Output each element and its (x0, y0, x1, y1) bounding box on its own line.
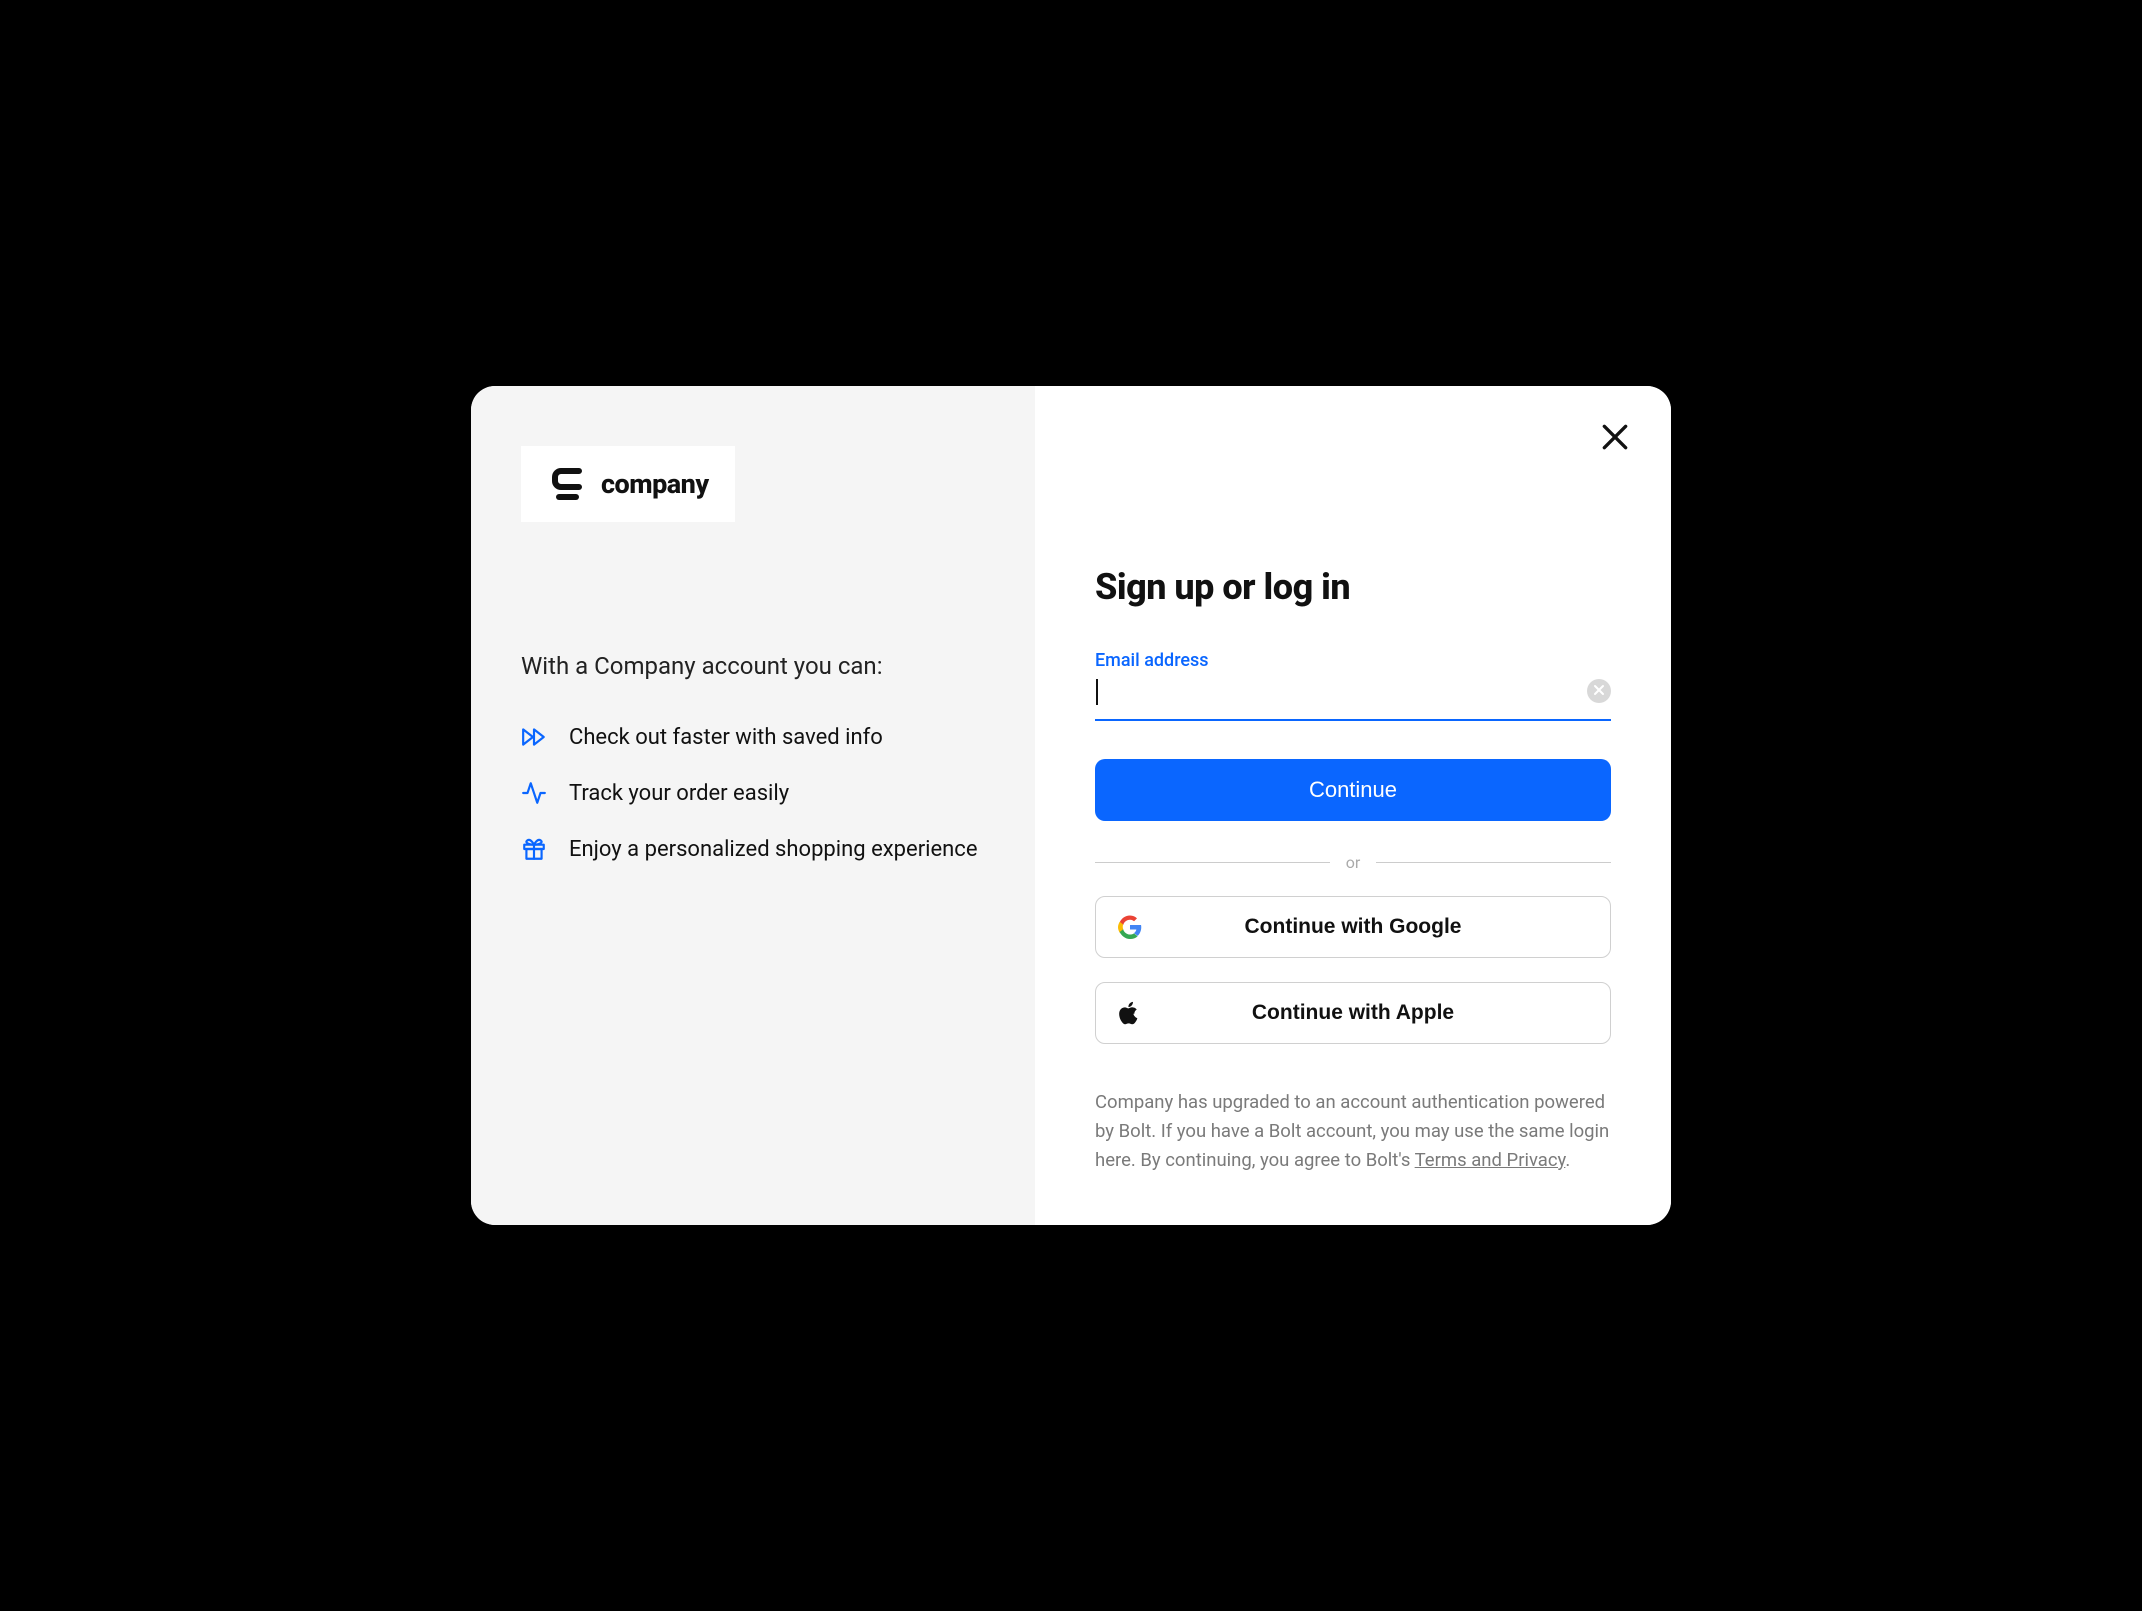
list-item: Enjoy a personalized shopping experience (521, 834, 985, 866)
continue-button[interactable]: Continue (1095, 759, 1611, 821)
brand-logo: company (521, 446, 735, 522)
benefit-text: Check out faster with saved info (569, 722, 883, 754)
divider-text: or (1346, 853, 1361, 872)
benefits-panel: company With a Company account you can: … (471, 386, 1035, 1224)
divider-line (1376, 862, 1611, 863)
email-input[interactable] (1095, 677, 1611, 719)
continue-button-label: Continue (1309, 777, 1397, 802)
activity-icon (521, 780, 547, 806)
text-caret (1096, 679, 1098, 705)
legal-suffix: . (1565, 1149, 1570, 1171)
google-icon (1118, 915, 1142, 939)
google-button-label: Continue with Google (1118, 915, 1588, 939)
continue-with-apple-button[interactable]: Continue with Apple (1095, 982, 1611, 1044)
apple-button-label: Continue with Apple (1118, 1001, 1588, 1025)
brand-logo-mark-icon (547, 464, 587, 504)
divider-line (1095, 862, 1330, 863)
auth-panel: Sign up or log in Email address Continue… (1035, 386, 1671, 1224)
email-label: Email address (1095, 650, 1611, 671)
auth-modal: company With a Company account you can: … (471, 386, 1671, 1224)
gift-icon (521, 836, 547, 862)
close-icon (1599, 421, 1631, 456)
terms-and-privacy-link[interactable]: Terms and Privacy (1415, 1149, 1566, 1171)
auth-title: Sign up or log in (1095, 566, 1611, 608)
benefits-intro: With a Company account you can: (521, 652, 985, 680)
close-button[interactable] (1595, 418, 1635, 458)
benefits-list: Check out faster with saved info Track y… (521, 722, 985, 866)
brand-logo-text: company (601, 468, 709, 500)
continue-with-google-button[interactable]: Continue with Google (1095, 896, 1611, 958)
x-circle-icon (1593, 684, 1605, 699)
divider: or (1095, 853, 1611, 872)
legal-text: Company has upgraded to an account authe… (1095, 1088, 1611, 1174)
fast-forward-icon (521, 724, 547, 750)
email-input-wrap (1095, 677, 1611, 721)
apple-icon (1118, 1001, 1142, 1025)
list-item: Check out faster with saved info (521, 722, 985, 754)
benefit-text: Track your order easily (569, 778, 789, 810)
benefit-text: Enjoy a personalized shopping experience (569, 834, 978, 866)
list-item: Track your order easily (521, 778, 985, 810)
